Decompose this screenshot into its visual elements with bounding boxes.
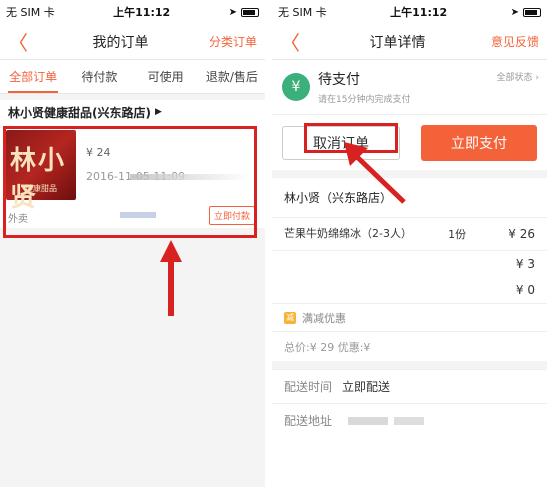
status-text: 待支付 请在15分钟内完成支付 — [318, 69, 410, 105]
item-amount: ¥ 26 — [508, 227, 535, 241]
arrow-shaft — [168, 260, 174, 316]
delivery-address-row: 配送地址 — [272, 403, 547, 437]
shop-name: 林小贤健康甜品(兴东路店) — [8, 105, 151, 120]
status-bar: 无 SIM 卡 上午11:12 ➤ — [272, 0, 547, 24]
receipt-icon: ¥ — [282, 73, 310, 101]
fee-amount: ¥ 3 — [515, 257, 535, 271]
total-row: 总价:¥ 29 优惠:¥ — [272, 331, 547, 361]
arrow-head — [160, 240, 182, 262]
highlight-box — [3, 126, 257, 238]
item-name: 芒果牛奶绵绵冰（2-3人） — [284, 227, 412, 240]
status-subtitle: 请在15分钟内完成支付 — [318, 95, 411, 105]
delivery-time-row: 配送时间 立即配送 — [272, 369, 547, 403]
address-redacted — [394, 416, 424, 425]
location-icon: ➤ — [228, 6, 237, 18]
clock: 上午11:12 — [390, 6, 448, 19]
divider — [272, 361, 547, 369]
annotation-arrow-diagonal — [344, 142, 406, 204]
my-orders-screen: 无 SIM 卡 上午11:12 ➤ 〈 我的订单 分类订单 全部订单 待付款 可… — [0, 0, 265, 487]
promo-row: 减 满减优惠 — [272, 303, 547, 331]
location-icon: ➤ — [510, 6, 519, 18]
list-item: 芒果牛奶绵绵冰（2-3人） 1份 ¥ 26 — [272, 218, 547, 251]
status-title: 待支付 — [318, 72, 360, 88]
pay-now-button[interactable]: 立即支付 — [421, 124, 537, 161]
page-title: 订单详情 — [369, 34, 426, 51]
fee-row: ¥ 3 — [272, 251, 547, 277]
status-icons: ➤ — [229, 7, 259, 18]
order-tabs: 全部订单 待付款 可使用 退款/售后 — [0, 60, 265, 94]
page-title: 我的订单 — [92, 34, 149, 51]
nav-bar: 〈 我的订单 分类订单 — [0, 24, 265, 60]
delivery-address-label: 配送地址 — [284, 414, 333, 428]
item-quantity: 1份 — [448, 228, 467, 241]
order-detail-screen: 无 SIM 卡 上午11:12 ➤ 〈 订单详情 意见反馈 ¥ 待支付 请在15… — [272, 0, 547, 487]
address-redacted — [348, 416, 388, 425]
battery-icon — [241, 7, 259, 17]
status-icons: ➤ — [511, 7, 541, 18]
total-text: 总价:¥ 29 优惠:¥ — [284, 340, 371, 354]
order-status: ¥ 待支付 请在15分钟内完成支付 全部状态 › — [272, 60, 547, 114]
tab-all-orders[interactable]: 全部订单 — [0, 60, 66, 93]
annotation-arrow-up — [160, 240, 182, 316]
category-orders-button[interactable]: 分类订单 — [193, 33, 257, 50]
promo-label: 满减优惠 — [302, 311, 346, 325]
back-icon[interactable]: 〈 — [8, 27, 48, 56]
chevron-right-icon: ▶ — [154, 107, 162, 117]
carrier-label: 无 SIM 卡 — [6, 6, 55, 19]
delivery-time-label: 配送时间 — [284, 380, 333, 394]
delivery-time-value: 立即配送 — [342, 380, 391, 394]
fee-row: ¥ 0 — [272, 277, 547, 303]
fee-amount: ¥ 0 — [515, 283, 535, 297]
nav-bar: 〈 订单详情 意见反馈 — [272, 24, 547, 60]
feedback-button[interactable]: 意见反馈 — [475, 33, 539, 50]
tab-refund[interactable]: 退款/售后 — [199, 60, 265, 93]
shop-header[interactable]: 林小贤健康甜品(兴东路店) ▶ — [0, 100, 265, 124]
discount-tag-icon: 减 — [284, 311, 296, 324]
tab-pending-payment[interactable]: 待付款 — [66, 60, 132, 93]
carrier-label: 无 SIM 卡 — [278, 6, 327, 19]
battery-icon — [523, 7, 541, 17]
clock: 上午11:12 — [113, 6, 171, 19]
tab-usable[interactable]: 可使用 — [133, 60, 199, 93]
back-icon[interactable]: 〈 — [280, 27, 320, 56]
all-status-link[interactable]: 全部状态 › — [497, 70, 539, 83]
status-bar: 无 SIM 卡 上午11:12 ➤ — [0, 0, 265, 24]
